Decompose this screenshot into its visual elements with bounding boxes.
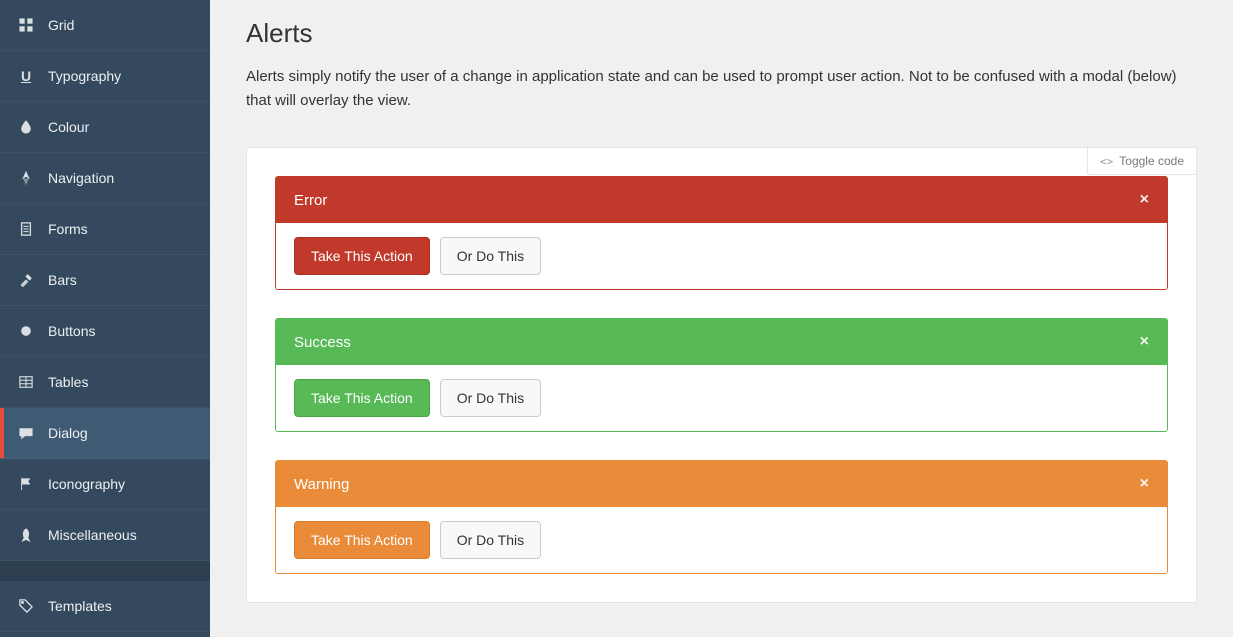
primary-action-button[interactable]: Take This Action [294,379,430,417]
close-icon[interactable]: × [1140,475,1149,493]
secondary-action-button[interactable]: Or Do This [440,379,541,417]
circle-icon [18,323,34,339]
sidebar-item-miscellaneous[interactable]: Miscellaneous [0,510,210,561]
sidebar-item-grid[interactable]: Grid [0,0,210,51]
sidebar-item-tables[interactable]: Tables [0,357,210,408]
code-icon: <> [1100,155,1113,168]
examples-panel: <> Toggle code Error × Take This Action … [246,147,1197,603]
sidebar-item-colour[interactable]: Colour [0,102,210,153]
sidebar-item-label: Tables [48,374,88,390]
sidebar-item-label: Forms [48,221,88,237]
close-icon[interactable]: × [1140,191,1149,209]
page-title: Alerts [246,18,1197,49]
close-icon[interactable]: × [1140,333,1149,351]
sidebar-item-label: Iconography [48,476,125,492]
file-icon [18,221,34,237]
alert-error: Error × Take This Action Or Do This [275,176,1168,290]
alert-body: Take This Action Or Do This [276,507,1167,573]
sidebar-item-templates[interactable]: Templates [0,581,210,632]
sidebar-item-label: Templates [48,598,112,614]
alert-header: Error × [276,177,1167,223]
page-description: Alerts simply notify the user of a chang… [246,65,1186,113]
sidebar-item-typography[interactable]: U Typography [0,51,210,102]
sidebar-item-buttons[interactable]: Buttons [0,306,210,357]
main-content: Alerts Alerts simply notify the user of … [210,0,1233,637]
sidebar-item-label: Colour [48,119,89,135]
alert-success: Success × Take This Action Or Do This [275,318,1168,432]
sidebar: Grid U Typography Colour Navigation Form… [0,0,210,637]
compass-icon [18,170,34,186]
sidebar-item-label: Miscellaneous [48,527,137,543]
primary-action-button[interactable]: Take This Action [294,237,430,275]
alert-title: Error [294,192,327,209]
alert-title: Warning [294,476,349,493]
sidebar-item-label: Grid [48,17,74,33]
chat-icon [18,425,34,441]
tools-icon [18,272,34,288]
sidebar-item-label: Bars [48,272,77,288]
droplet-icon [18,119,34,135]
sidebar-item-label: Typography [48,68,121,84]
sidebar-item-dialog[interactable]: Dialog [0,408,210,459]
primary-action-button[interactable]: Take This Action [294,521,430,559]
sidebar-item-navigation[interactable]: Navigation [0,153,210,204]
secondary-action-button[interactable]: Or Do This [440,521,541,559]
sidebar-item-bars[interactable]: Bars [0,255,210,306]
sidebar-divider [0,561,210,581]
secondary-action-button[interactable]: Or Do This [440,237,541,275]
rocket-icon [18,527,34,543]
alert-body: Take This Action Or Do This [276,223,1167,289]
underline-icon: U [18,68,34,84]
flag-icon [18,476,34,492]
toggle-code-label: Toggle code [1119,154,1184,168]
grid-icon [18,17,34,33]
table-icon [18,374,34,390]
alert-body: Take This Action Or Do This [276,365,1167,431]
tag-icon [18,598,34,614]
alert-title: Success [294,334,351,351]
sidebar-item-label: Navigation [48,170,114,186]
alert-warning: Warning × Take This Action Or Do This [275,460,1168,574]
sidebar-item-forms[interactable]: Forms [0,204,210,255]
alert-header: Success × [276,319,1167,365]
sidebar-item-label: Buttons [48,323,95,339]
sidebar-item-iconography[interactable]: Iconography [0,459,210,510]
toggle-code-button[interactable]: <> Toggle code [1087,147,1197,175]
alert-header: Warning × [276,461,1167,507]
sidebar-item-label: Dialog [48,425,88,441]
